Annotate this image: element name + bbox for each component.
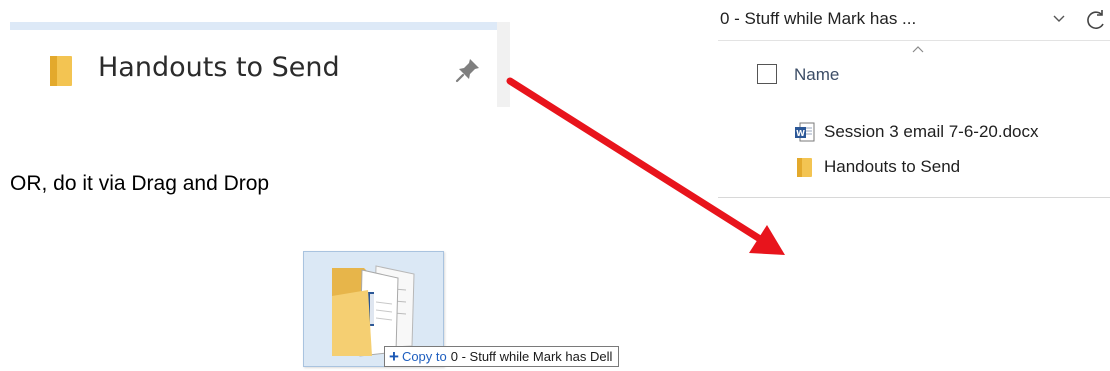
red-arrow-head (749, 225, 785, 255)
plus-icon: + (389, 347, 399, 366)
svg-text:W: W (796, 129, 805, 138)
select-all-checkbox[interactable] (757, 64, 777, 84)
chevron-down-icon[interactable] (1052, 12, 1066, 26)
explorer-window: 0 - Stuff while Mark has ... Name W Sess… (718, 0, 1110, 198)
file-name[interactable]: Handouts to Send (824, 157, 960, 177)
word-document-icon: W (795, 122, 815, 142)
sort-ascending-icon (912, 46, 924, 53)
tooltip-target: 0 - Stuff while Mark has Dell (450, 349, 613, 364)
drop-tooltip: + Copy to 0 - Stuff while Mark has Dell (384, 346, 620, 367)
address-text[interactable]: 0 - Stuff while Mark has ... (720, 9, 916, 29)
scrollbar[interactable] (497, 22, 510, 107)
folder-icon (50, 56, 72, 86)
pin-icon[interactable] (454, 56, 482, 84)
refresh-icon[interactable] (1084, 9, 1108, 31)
file-row[interactable]: Handouts to Send (794, 154, 960, 180)
file-name[interactable]: Session 3 email 7-6-20.docx (824, 122, 1039, 142)
column-header-name[interactable]: Name (794, 65, 839, 85)
folder-icon (797, 158, 812, 177)
quick-access-item-label[interactable]: Handouts to Send (98, 52, 340, 83)
quick-access-panel: Handouts to Send (10, 22, 510, 107)
tooltip-action: Copy to (401, 349, 447, 364)
instruction-caption: OR, do it via Drag and Drop (10, 172, 270, 195)
selection-strip (10, 22, 497, 30)
file-row[interactable]: W Session 3 email 7-6-20.docx (794, 119, 1039, 145)
address-bar[interactable]: 0 - Stuff while Mark has ... (718, 0, 1110, 41)
